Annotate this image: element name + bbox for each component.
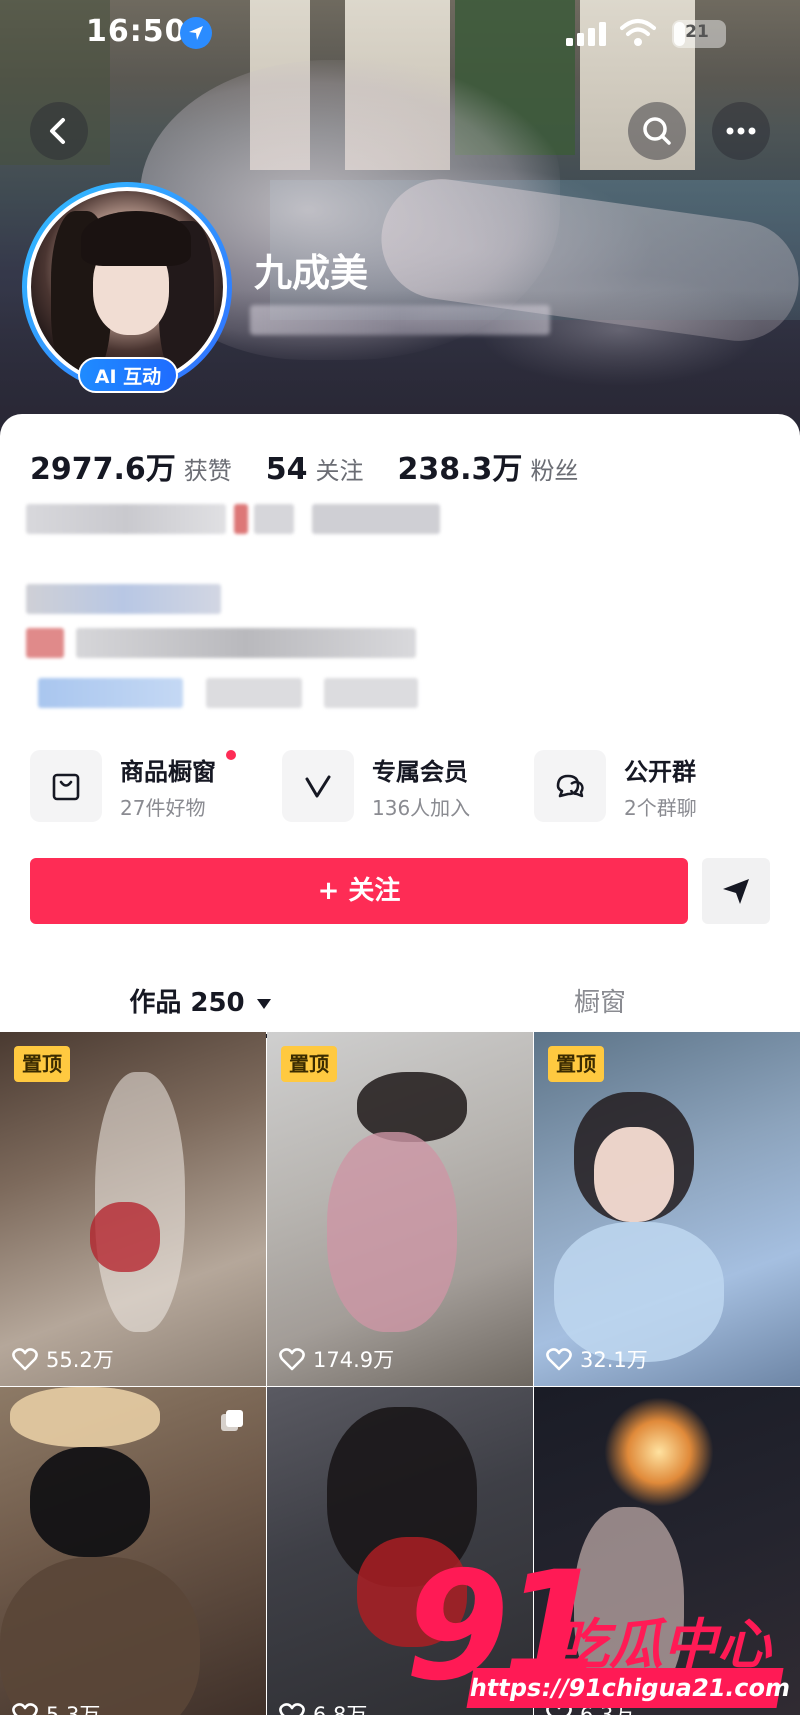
video-likes: 5.3万 xyxy=(12,1699,100,1715)
more-button[interactable] xyxy=(712,102,770,160)
watermark-url: https://91chigua21.com xyxy=(466,1668,793,1708)
blurred-bio-line xyxy=(26,628,64,658)
feature-entries: 商品橱窗 27件好物 专属会员 136人加入 公开群 2个群聊 xyxy=(30,744,790,824)
blurred-bio-line xyxy=(26,504,226,534)
vip-v-icon xyxy=(282,750,354,822)
tab-works[interactable]: 作品 250 xyxy=(0,970,400,1036)
blurred-bio-line xyxy=(312,504,440,534)
likes-count[interactable]: 2977.6万 xyxy=(30,444,176,488)
shop-window-entry[interactable]: 商品橱窗 27件好物 xyxy=(30,744,270,824)
tab-shop-window[interactable]: 橱窗 xyxy=(400,970,800,1036)
send-arrow-icon xyxy=(723,879,749,904)
video-thumbnail[interactable]: 置顶 174.9万 xyxy=(267,1032,533,1386)
blurred-bio-line xyxy=(26,584,221,614)
tab-label: 作品 250 xyxy=(129,988,245,1018)
likes-count: 6.8万 xyxy=(313,1703,368,1715)
feature-subtitle: 2个群聊 xyxy=(624,796,697,820)
blurred-bio-line xyxy=(206,678,302,708)
blurred-bio-line xyxy=(254,504,294,534)
back-button[interactable] xyxy=(30,102,88,160)
content-tabs: 作品 250 橱窗 xyxy=(0,970,800,1040)
heart-icon xyxy=(546,1348,572,1371)
video-likes: 174.9万 xyxy=(279,1344,394,1374)
video-thumbnail[interactable]: 置顶 32.1万 xyxy=(534,1032,800,1386)
status-time: 16:50 xyxy=(86,14,187,49)
chevron-left-icon xyxy=(50,118,65,144)
pinned-badge: 置顶 xyxy=(548,1046,604,1082)
video-likes: 32.1万 xyxy=(546,1344,648,1374)
heart-icon xyxy=(279,1703,305,1715)
blurred-bio-link xyxy=(38,678,183,708)
blurred-account-id xyxy=(250,305,550,335)
followers-count[interactable]: 238.3万 xyxy=(398,444,523,488)
blurred-bio-line xyxy=(234,504,248,534)
pinned-badge: 置顶 xyxy=(281,1046,337,1082)
video-thumbnail[interactable]: 置顶 55.2万 xyxy=(0,1032,266,1386)
group-chat-icon xyxy=(534,750,606,822)
stats-row: 2977.6万 获赞 54 关注 238.3万 粉丝 xyxy=(30,444,612,488)
search-button[interactable] xyxy=(628,102,686,160)
heart-icon xyxy=(12,1348,38,1371)
feature-title: 专属会员 xyxy=(372,758,468,786)
feature-title: 公开群 xyxy=(624,758,696,786)
share-button[interactable] xyxy=(702,858,770,924)
feature-title: 商品橱窗 xyxy=(120,758,216,786)
membership-entry[interactable]: 专属会员 136人加入 xyxy=(282,744,522,824)
following-label: 关注 xyxy=(315,457,364,485)
video-thumbnail[interactable]: 5.3万 xyxy=(0,1387,266,1715)
shopping-bag-icon xyxy=(30,750,102,822)
followers-label: 粉丝 xyxy=(530,457,579,485)
likes-count: 32.1万 xyxy=(580,1348,648,1372)
video-likes: 6.8万 xyxy=(279,1699,367,1715)
public-group-entry[interactable]: 公开群 2个群聊 xyxy=(534,744,774,824)
likes-label: 获赞 xyxy=(183,457,232,485)
follow-button[interactable]: + 关注 xyxy=(30,858,688,924)
more-dots-icon xyxy=(726,127,756,135)
notification-dot xyxy=(226,750,236,760)
likes-count: 55.2万 xyxy=(46,1348,114,1372)
blurred-bio-line xyxy=(324,678,418,708)
location-arrow-icon xyxy=(180,17,212,49)
signal-icon xyxy=(566,22,606,46)
battery-level: 21 xyxy=(685,22,709,42)
battery-icon: 21 xyxy=(672,20,726,48)
caret-down-icon xyxy=(256,998,271,1009)
ai-interaction-badge[interactable]: AI 互动 xyxy=(78,357,178,393)
feature-subtitle: 136人加入 xyxy=(372,796,471,820)
profile-name: 九成美 xyxy=(254,251,369,295)
heart-icon xyxy=(12,1703,38,1715)
video-likes: 55.2万 xyxy=(12,1344,114,1374)
blurred-bio-line xyxy=(76,628,416,658)
feature-subtitle: 27件好物 xyxy=(120,796,206,820)
multi-image-icon xyxy=(221,1410,243,1431)
heart-icon xyxy=(279,1348,305,1371)
pinned-badge: 置顶 xyxy=(14,1046,70,1082)
wifi-icon xyxy=(620,19,656,46)
search-icon xyxy=(643,117,671,145)
likes-count: 5.3万 xyxy=(46,1703,101,1715)
likes-count: 174.9万 xyxy=(313,1348,395,1372)
following-count[interactable]: 54 xyxy=(266,452,308,487)
